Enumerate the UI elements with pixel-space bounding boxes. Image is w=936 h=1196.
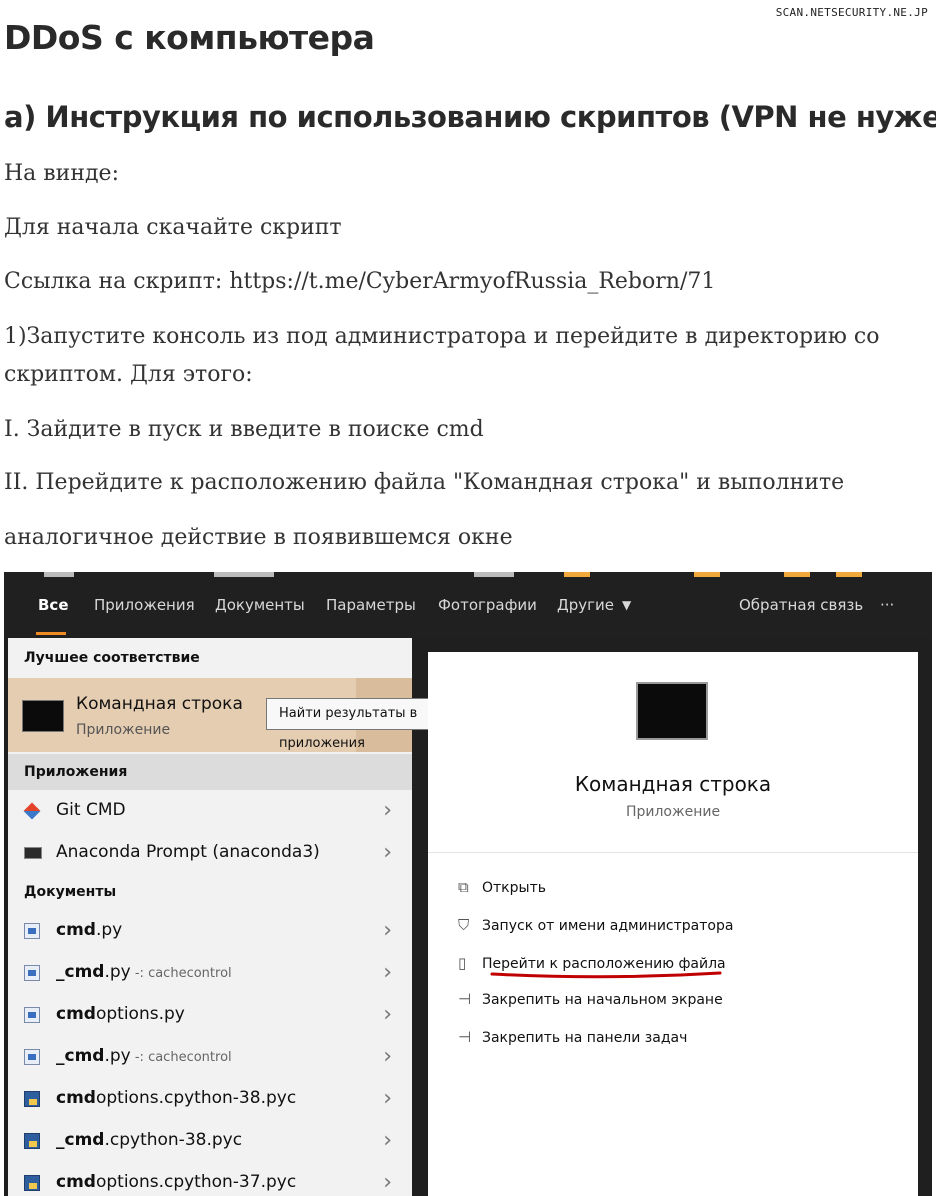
chevron-right-icon[interactable]: ›: [383, 1170, 392, 1195]
list-item[interactable]: cmd.py ›: [8, 910, 412, 952]
more-options-button[interactable]: ···: [880, 596, 894, 614]
chevron-right-icon[interactable]: ›: [383, 798, 392, 823]
action-open[interactable]: ⧉ Открыть: [458, 878, 546, 902]
documents-header: Документы: [24, 884, 117, 900]
list-item[interactable]: _cmd.cpython-38.pyc ›: [8, 1120, 412, 1162]
list-item[interactable]: _cmd.py -: cachecontrol ›: [8, 1036, 412, 1078]
apps-header-band: Приложения: [8, 754, 412, 790]
open-icon: ⧉: [458, 878, 469, 896]
pin-icon: ⊣: [458, 1028, 472, 1046]
cmd-icon: [636, 682, 708, 740]
cmd-icon: [22, 700, 64, 732]
windows-search-screenshot: Все Приложения Документы Параметры Фотог…: [4, 572, 932, 1196]
paragraph-download: Для начала скачайте скрипт: [4, 215, 342, 240]
paragraph-step-1: 1)Запустите консоль из под администратор…: [4, 324, 880, 387]
action-pin-start[interactable]: ⊣ Закрепить на начальном экране: [458, 990, 723, 1014]
python-file-icon: [24, 1007, 40, 1023]
document-name: _cmd.py -: cachecontrol: [56, 962, 232, 982]
chevron-right-icon[interactable]: ›: [383, 918, 392, 943]
chevron-right-icon[interactable]: ›: [383, 1044, 392, 1069]
list-item[interactable]: _cmd.py -: cachecontrol ›: [8, 952, 412, 994]
list-item[interactable]: cmdoptions.cpython-37.pyc ›: [8, 1162, 412, 1196]
compiled-python-icon: [24, 1091, 40, 1107]
paragraph-link: Ссылка на скрипт: https://t.me/CyberArmy…: [4, 269, 716, 294]
action-label: Закрепить на начальном экране: [482, 992, 723, 1008]
tab-other-label: Другие: [557, 596, 614, 614]
apps-header: Приложения: [24, 764, 128, 780]
preview-type: Приложение: [625, 804, 721, 820]
article-subtitle: а) Инструкция по использованию скриптов …: [4, 100, 936, 134]
chevron-right-icon[interactable]: ›: [383, 840, 392, 865]
folder-icon: ▯: [458, 954, 467, 972]
action-label: Закрепить на панели задач: [482, 1030, 688, 1046]
chevron-right-icon[interactable]: ›: [383, 1002, 392, 1027]
tab-photos[interactable]: Фотографии: [438, 596, 537, 614]
terminal-icon: [24, 847, 42, 859]
feedback-button[interactable]: Обратная связь: [739, 596, 863, 614]
app-name: Anaconda Prompt (anaconda3): [56, 842, 320, 862]
watermark: SCAN.NETSECURITY.NE.JP: [775, 6, 928, 19]
search-tab-bar: Все Приложения Документы Параметры Фотог…: [4, 572, 932, 638]
tab-all[interactable]: Все: [38, 596, 69, 614]
paragraph-os: На винде:: [4, 161, 119, 186]
action-label: Открыть: [482, 880, 546, 896]
python-file-icon: [24, 965, 40, 981]
python-file-icon: [24, 1049, 40, 1065]
preview-title: Командная строка: [574, 772, 772, 796]
list-item[interactable]: cmdoptions.py ›: [8, 994, 412, 1036]
tab-other[interactable]: Другие ▼: [557, 596, 631, 614]
action-pin-taskbar[interactable]: ⊣ Закрепить на панели задач: [458, 1028, 687, 1052]
chevron-right-icon[interactable]: ›: [383, 1128, 392, 1153]
tab-settings[interactable]: Параметры: [326, 596, 416, 614]
action-label: Запуск от имени администратора: [482, 918, 734, 934]
article-title: DDoS с компьютера: [4, 18, 375, 57]
document-name: _cmd.py -: cachecontrol: [56, 1046, 232, 1066]
compiled-python-icon: [24, 1175, 40, 1191]
red-underline-annotation: [490, 971, 722, 979]
tab-apps[interactable]: Приложения: [94, 596, 195, 614]
list-item[interactable]: Anaconda Prompt (anaconda3) ›: [8, 832, 412, 874]
paragraph-step-ii-cont: аналогичное действие в появившемся окне: [4, 525, 513, 550]
document-name: _cmd.cpython-38.pyc: [56, 1130, 243, 1150]
tab-all-underline: [36, 632, 66, 635]
divider: [428, 852, 918, 853]
best-match-type: Приложение: [76, 722, 171, 738]
pin-icon: ⊣: [458, 990, 472, 1008]
tab-documents[interactable]: Документы: [215, 596, 305, 614]
chevron-down-icon: ▼: [621, 598, 632, 612]
document-name: cmdoptions.py: [56, 1004, 185, 1024]
app-name: Git CMD: [56, 800, 126, 820]
best-match-name: Командная строка: [76, 694, 243, 714]
document-name: cmdoptions.cpython-37.pyc: [56, 1172, 297, 1192]
document-name: cmd.py: [56, 920, 123, 940]
action-run-as-admin[interactable]: ⛉ Запуск от имени администратора: [458, 916, 733, 940]
document-name: cmdoptions.cpython-38.pyc: [56, 1088, 297, 1108]
python-file-icon: [24, 923, 40, 939]
compiled-python-icon: [24, 1133, 40, 1149]
paragraph-step-ii: II. Перейдите к расположению файла "Кома…: [4, 470, 845, 495]
chevron-right-icon[interactable]: ›: [383, 1086, 392, 1111]
preview-pane: Командная строка Приложение ⧉ Открыть ⛉ За…: [428, 652, 918, 1196]
list-item[interactable]: Git CMD ›: [8, 790, 412, 832]
chevron-right-icon[interactable]: ›: [383, 960, 392, 985]
best-match-header: Лучшее соответствие: [24, 650, 200, 666]
list-item[interactable]: cmdoptions.cpython-38.pyc ›: [8, 1078, 412, 1120]
git-icon: [23, 802, 41, 820]
paragraph-step-i: I. Зайдите в пуск и введите в поиске cmd: [4, 417, 484, 442]
shield-icon: ⛉: [458, 916, 470, 934]
